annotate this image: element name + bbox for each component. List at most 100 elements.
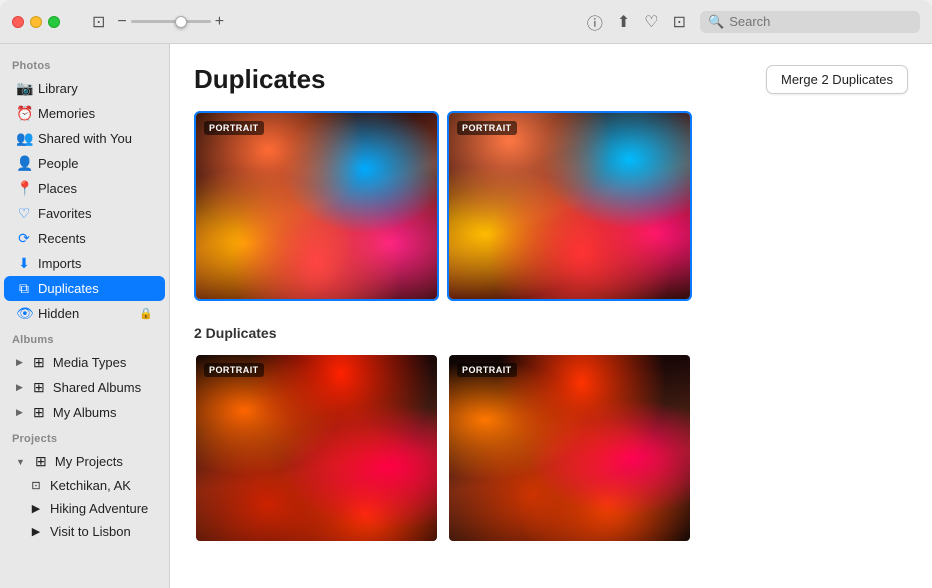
hiking-icon: ▶	[28, 502, 44, 515]
photo-thumb-3[interactable]: PORTRAIT	[194, 353, 439, 543]
main-layout: Photos 📷 Library ⏰ Memories 👥 Shared wit…	[0, 44, 932, 588]
zoom-slider-thumb[interactable]	[175, 16, 187, 28]
sidebar-item-favorites[interactable]: ♡ Favorites	[4, 201, 165, 226]
sidebar-item-recents[interactable]: ⟳ Recents	[4, 226, 165, 251]
zoom-slider-container: − +	[117, 13, 224, 31]
sidebar-item-visit-to-lisbon[interactable]: ▶ Visit to Lisbon	[4, 520, 165, 543]
sidebar-item-my-projects[interactable]: ▼ ⊞ My Projects	[4, 449, 165, 474]
chevron-right-icon-2: ▶	[16, 382, 23, 393]
sidebar-label-favorites: Favorites	[38, 206, 91, 221]
photo-thumb-2[interactable]: PORTRAIT	[447, 111, 692, 301]
sidebar-section-albums: Albums	[0, 326, 169, 350]
sidebar-label-people: People	[38, 156, 78, 171]
info-icon[interactable]: ⓘ	[587, 10, 603, 34]
sidebar-label-places: Places	[38, 181, 77, 196]
sidebar-section-photos: Photos	[0, 52, 169, 76]
sidebar-label-imports: Imports	[38, 256, 81, 271]
photo-group-1: PORTRAIT PORTRAIT	[194, 111, 908, 301]
photo-row-2: PORTRAIT PORTRAIT	[194, 353, 908, 543]
photo-thumb-4[interactable]: PORTRAIT	[447, 353, 692, 543]
portrait-badge-4: PORTRAIT	[457, 363, 517, 377]
favorite-icon[interactable]: ♡	[644, 12, 658, 32]
sidebar-label-visit-to-lisbon: Visit to Lisbon	[50, 524, 131, 539]
search-input[interactable]	[729, 14, 912, 29]
library-icon: 📷	[16, 80, 32, 97]
sidebar-item-ketchikan[interactable]: ⊡ Ketchikan, AK	[4, 474, 165, 497]
sidebar: Photos 📷 Library ⏰ Memories 👥 Shared wit…	[0, 44, 170, 588]
sidebar-item-media-types[interactable]: ▶ ⊞ Media Types	[4, 350, 165, 375]
sidebar-label-memories: Memories	[38, 106, 95, 121]
sidebar-item-memories[interactable]: ⏰ Memories	[4, 101, 165, 126]
sidebar-item-shared-with-you[interactable]: 👥 Shared with You	[4, 126, 165, 151]
people-icon: 👤	[16, 155, 32, 172]
sidebar-label-my-albums: My Albums	[53, 405, 117, 420]
photo-image-3	[196, 355, 437, 541]
search-icon: 🔍	[708, 14, 724, 30]
photo-thumb-1[interactable]: PORTRAIT	[194, 111, 439, 301]
shared-with-you-icon: 👥	[16, 130, 32, 147]
zoom-plus-icon[interactable]: +	[215, 13, 224, 31]
my-projects-icon: ⊞	[33, 453, 49, 470]
minimize-button[interactable]	[30, 16, 42, 28]
portrait-badge-1: PORTRAIT	[204, 121, 264, 135]
slideshow-icon[interactable]: ⊡	[92, 12, 105, 32]
sidebar-item-places[interactable]: 📍 Places	[4, 176, 165, 201]
page-title: Duplicates	[194, 64, 326, 95]
portrait-badge-2: PORTRAIT	[457, 121, 517, 135]
memories-icon: ⏰	[16, 105, 32, 122]
sidebar-item-duplicates[interactable]: ⧉ Duplicates	[4, 276, 165, 301]
photo-group-2: 2 Duplicates PORTRAIT PORTRAIT	[194, 325, 908, 543]
sidebar-label-my-projects: My Projects	[55, 454, 123, 469]
sidebar-section-projects: Projects	[0, 425, 169, 449]
photo-group-label: 2 Duplicates	[194, 325, 908, 341]
my-albums-icon: ⊞	[31, 404, 47, 421]
duplicates-icon: ⧉	[16, 280, 32, 297]
sidebar-item-imports[interactable]: ⬇ Imports	[4, 251, 165, 276]
content-area: Duplicates Merge 2 Duplicates PORTRAIT P…	[170, 44, 932, 588]
hidden-icon: 👁	[16, 305, 32, 322]
chevron-right-icon: ▶	[16, 357, 23, 368]
maximize-button[interactable]	[48, 16, 60, 28]
favorites-icon: ♡	[16, 205, 32, 222]
sidebar-label-shared-albums: Shared Albums	[53, 380, 141, 395]
sidebar-label-hidden: Hidden	[38, 306, 79, 321]
traffic-lights	[12, 16, 60, 28]
sidebar-label-library: Library	[38, 81, 78, 96]
photo-image-2	[449, 113, 690, 299]
share-icon[interactable]: ⬆	[617, 12, 630, 32]
chevron-right-icon-3: ▶	[16, 407, 23, 418]
toolbar-center: ⊡ − +	[92, 12, 224, 32]
sidebar-item-my-albums[interactable]: ▶ ⊞ My Albums	[4, 400, 165, 425]
chevron-down-icon: ▼	[16, 457, 25, 467]
title-bar: ⊡ − + ⓘ ⬆ ♡ ⊡ 🔍	[0, 0, 932, 44]
sidebar-item-hiking-adventure[interactable]: ▶ Hiking Adventure	[4, 497, 165, 520]
ketchikan-icon: ⊡	[28, 479, 44, 492]
portrait-badge-3: PORTRAIT	[204, 363, 264, 377]
sidebar-item-people[interactable]: 👤 People	[4, 151, 165, 176]
sidebar-label-media-types: Media Types	[53, 355, 126, 370]
close-button[interactable]	[12, 16, 24, 28]
search-bar[interactable]: 🔍	[700, 11, 920, 33]
sidebar-item-hidden[interactable]: 👁 Hidden 🔒	[4, 301, 165, 326]
sidebar-label-hiking-adventure: Hiking Adventure	[50, 501, 148, 516]
zoom-minus-icon[interactable]: −	[117, 13, 126, 31]
merge-duplicates-button[interactable]: Merge 2 Duplicates	[766, 65, 908, 94]
recents-icon: ⟳	[16, 230, 32, 247]
places-icon: 📍	[16, 180, 32, 197]
crop-icon[interactable]: ⊡	[673, 12, 686, 32]
sidebar-label-ketchikan: Ketchikan, AK	[50, 478, 131, 493]
toolbar-right: ⓘ ⬆ ♡ ⊡ 🔍	[587, 10, 920, 34]
photo-image-1	[196, 113, 437, 299]
imports-icon: ⬇	[16, 255, 32, 272]
zoom-slider-track[interactable]	[131, 20, 211, 23]
sidebar-item-shared-albums[interactable]: ▶ ⊞ Shared Albums	[4, 375, 165, 400]
lock-icon: 🔒	[139, 307, 153, 320]
media-types-icon: ⊞	[31, 354, 47, 371]
photo-row-1: PORTRAIT PORTRAIT	[194, 111, 908, 301]
sidebar-item-library[interactable]: 📷 Library	[4, 76, 165, 101]
lisbon-icon: ▶	[28, 525, 44, 538]
sidebar-label-shared-with-you: Shared with You	[38, 131, 132, 146]
sidebar-label-recents: Recents	[38, 231, 86, 246]
photo-image-4	[449, 355, 690, 541]
shared-albums-icon: ⊞	[31, 379, 47, 396]
